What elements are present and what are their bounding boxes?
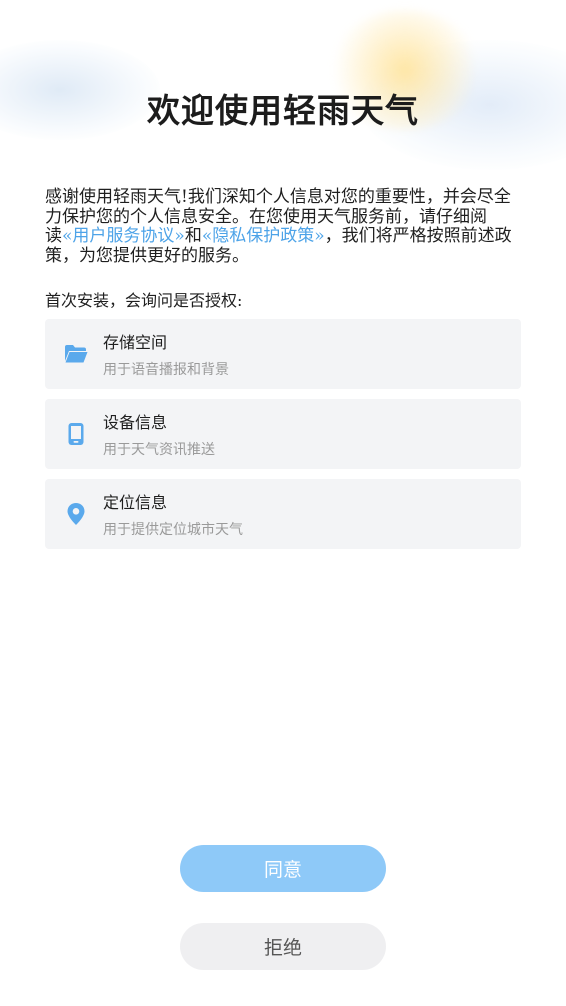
user-agreement-link[interactable]: «用户服务协议»	[62, 226, 185, 246]
permission-card-storage: 存储空间 用于语音播报和背景	[45, 319, 521, 389]
reject-button[interactable]: 拒绝	[180, 923, 386, 970]
location-pin-icon	[63, 501, 89, 527]
intro-text: 和	[184, 226, 202, 246]
permission-card-location: 定位信息 用于提供定位城市天气	[45, 479, 521, 549]
permission-title: 定位信息	[103, 493, 168, 512]
phone-icon	[63, 421, 89, 447]
permission-description: 用于提供定位城市天气	[103, 522, 243, 538]
permission-description: 用于天气资讯推送	[103, 442, 215, 458]
page-title: 欢迎使用轻雨天气	[147, 91, 419, 130]
permission-title: 存储空间	[103, 333, 168, 352]
permission-card-device: 设备信息 用于天气资讯推送	[45, 399, 521, 469]
folder-icon	[63, 341, 89, 367]
permission-description: 用于语音播报和背景	[103, 362, 229, 378]
privacy-policy-link[interactable]: «隐私保护政策»	[202, 226, 325, 246]
privacy-intro-text: 感谢使用轻雨天气!我们深知个人信息对您的重要性，并会尽全力保护您的个人信息安全。…	[45, 187, 525, 266]
permission-title: 设备信息	[103, 413, 168, 432]
agree-button[interactable]: 同意	[180, 845, 386, 892]
permission-ask-label: 首次安装，会询问是否授权:	[45, 291, 243, 310]
